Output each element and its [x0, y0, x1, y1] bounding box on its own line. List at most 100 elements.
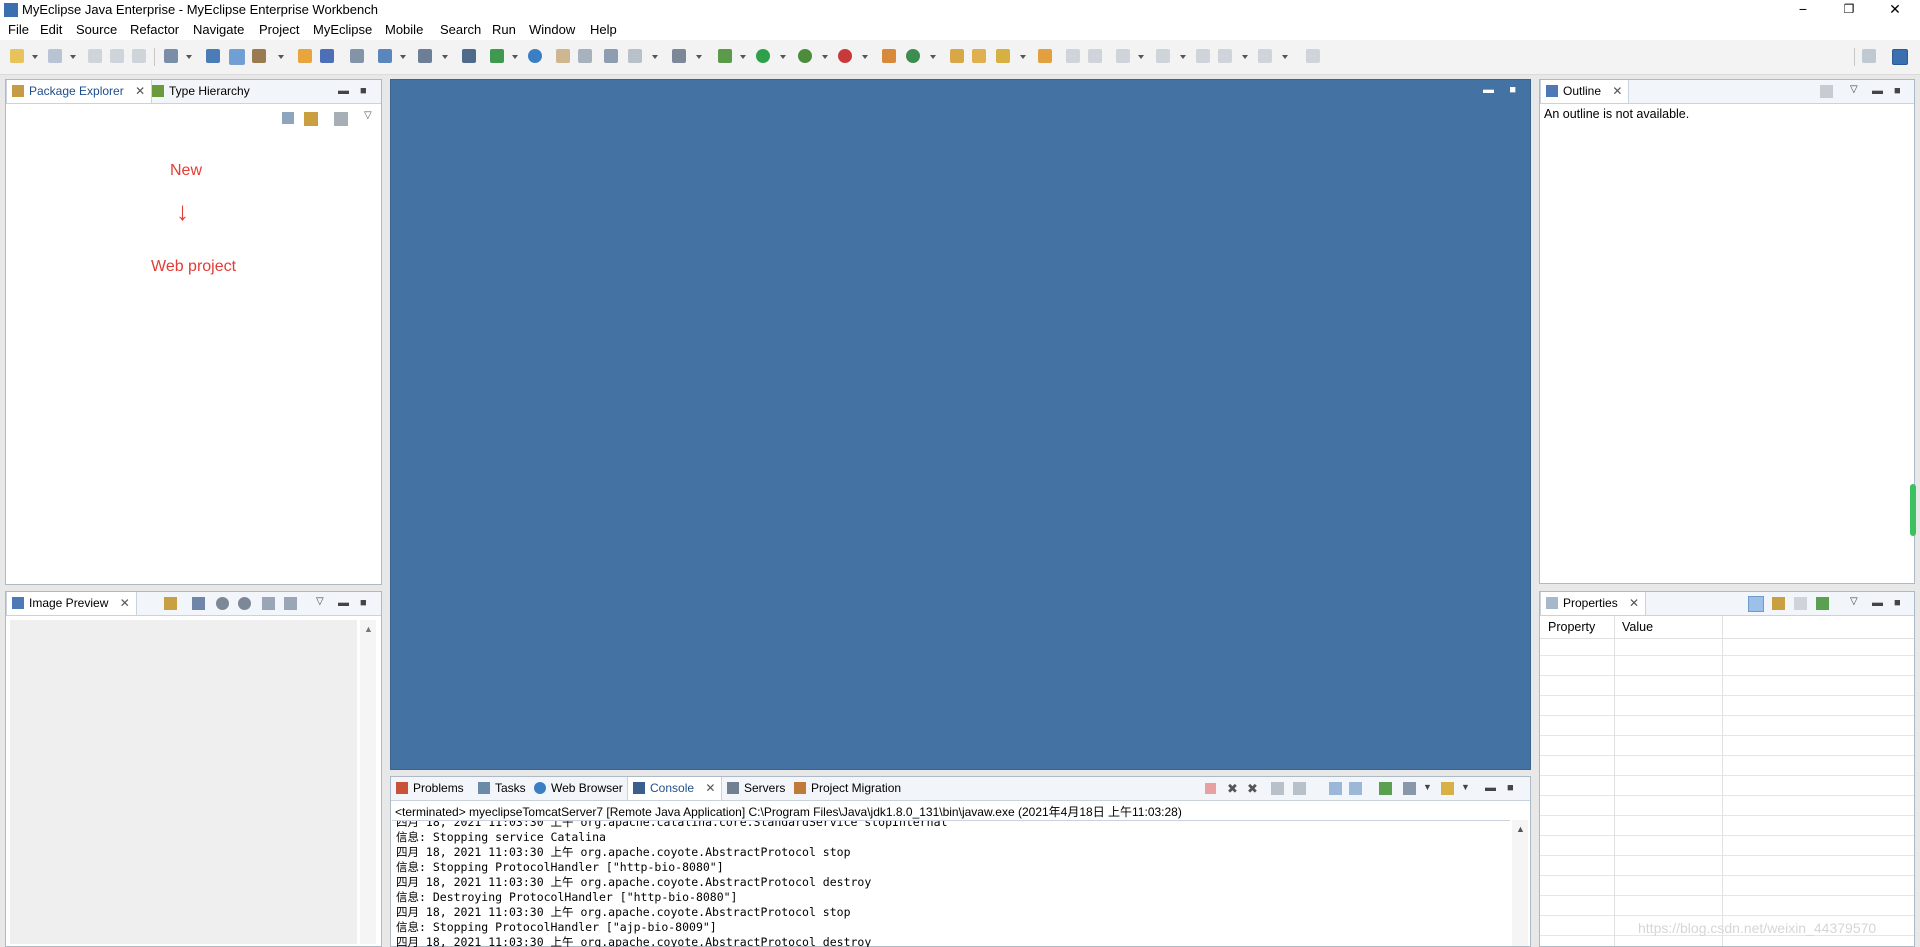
close-tab-icon[interactable]: ✕ [1629, 596, 1639, 610]
dropdown-icon[interactable] [740, 55, 746, 59]
menu-help[interactable]: Help [590, 22, 617, 37]
debug-icon[interactable] [718, 49, 732, 63]
link-icon[interactable] [164, 597, 177, 610]
next-annotation-icon[interactable] [1116, 49, 1130, 63]
show-on-stderr-icon[interactable] [1349, 782, 1362, 795]
redo-icon[interactable] [1088, 49, 1102, 63]
dropdown-icon[interactable] [930, 55, 936, 59]
close-window-button[interactable]: ✕ [1872, 0, 1918, 20]
restore-default-icon[interactable] [1794, 597, 1807, 610]
dropdown-icon[interactable] [1180, 55, 1186, 59]
new-dropdown-icon[interactable] [32, 55, 38, 59]
new-java-project-icon[interactable] [882, 49, 896, 63]
maximize-icon[interactable]: ■ [1507, 782, 1514, 794]
run-icon[interactable] [756, 49, 770, 63]
save-all-icon[interactable] [110, 49, 124, 63]
pin-editor-icon[interactable] [1306, 49, 1320, 63]
open-console-icon[interactable] [1441, 782, 1454, 795]
settings-icon[interactable] [628, 49, 642, 63]
dropdown-icon[interactable] [186, 55, 192, 59]
dropdown-icon[interactable] [862, 55, 868, 59]
remove-launch-icon[interactable]: ✖ [1227, 781, 1238, 797]
grid-icon[interactable] [350, 49, 364, 63]
collapse-all-icon[interactable] [282, 112, 294, 124]
myeclipse-perspective-icon[interactable] [1892, 49, 1908, 65]
new-server-icon[interactable] [48, 49, 62, 63]
view-menu-icon[interactable]: ▽ [364, 110, 372, 121]
fullscreen-icon[interactable] [284, 597, 297, 610]
minimize-button[interactable]: − [1780, 0, 1826, 20]
image-preview-scrollbar[interactable]: ▲ [360, 620, 376, 944]
new-icon[interactable] [10, 49, 24, 63]
open-file-icon[interactable] [972, 49, 986, 63]
column-property[interactable]: Property [1548, 620, 1595, 634]
folder-icon[interactable] [556, 49, 570, 63]
dropdown-icon[interactable] [1020, 55, 1026, 59]
menu-mobile[interactable]: Mobile [385, 22, 423, 37]
menu-edit[interactable]: Edit [40, 22, 62, 37]
minimize-icon[interactable]: ▬ [1485, 782, 1496, 794]
view-menu-icon[interactable]: ▽ [1850, 596, 1858, 607]
save-icon[interactable] [88, 49, 102, 63]
menu-search[interactable]: Search [440, 22, 481, 37]
menu-file[interactable]: File [8, 22, 29, 37]
minimize-icon[interactable]: ▬ [338, 85, 349, 97]
pin-properties-icon[interactable] [1816, 597, 1829, 610]
dropdown-icon[interactable]: ▼ [1423, 782, 1432, 792]
browser-icon[interactable] [378, 49, 392, 63]
restore-button[interactable]: ❐ [1826, 0, 1872, 20]
deploy-icon[interactable] [164, 49, 178, 63]
run-coverage-icon[interactable] [798, 49, 812, 63]
terminate-icon[interactable] [1205, 783, 1216, 794]
close-tab-icon[interactable]: ✕ [705, 781, 715, 795]
camera-icon[interactable] [672, 49, 686, 63]
minimize-icon[interactable]: ▬ [1872, 597, 1883, 609]
link-with-editor-icon[interactable] [304, 112, 318, 126]
table-icon[interactable] [604, 49, 618, 63]
external-tools-icon[interactable] [838, 49, 852, 63]
previous-annotation-icon[interactable] [1156, 49, 1170, 63]
back-icon[interactable] [1218, 49, 1232, 63]
fit-icon[interactable] [192, 597, 205, 610]
view-menu-icon[interactable]: ▽ [1850, 84, 1858, 95]
cube-icon[interactable] [320, 49, 334, 63]
last-edit-icon[interactable] [1196, 49, 1210, 63]
display-console-icon[interactable] [1403, 782, 1416, 795]
menu-myeclipse[interactable]: MyEclipse [313, 22, 372, 37]
tab-image-preview[interactable]: Image Preview ✕ [6, 592, 137, 615]
filters-icon[interactable] [334, 112, 348, 126]
close-tab-icon[interactable]: ✕ [135, 84, 145, 98]
dropdown-icon[interactable] [70, 55, 76, 59]
dropdown-icon[interactable] [278, 55, 284, 59]
menu-window[interactable]: Window [529, 22, 575, 37]
minimize-icon[interactable]: ▬ [338, 597, 349, 609]
dropdown-icon[interactable] [442, 55, 448, 59]
search-icon[interactable] [229, 49, 245, 65]
forward-icon[interactable] [1258, 49, 1272, 63]
minimize-icon[interactable]: ▬ [1872, 85, 1883, 97]
dropdown-icon[interactable] [400, 55, 406, 59]
refresh-icon[interactable] [578, 49, 592, 63]
actual-size-icon[interactable] [262, 597, 275, 610]
dropdown-icon[interactable] [1282, 55, 1288, 59]
column-value[interactable]: Value [1622, 620, 1653, 634]
maximize-icon[interactable]: ■ [1894, 597, 1901, 609]
clear-console-icon[interactable] [1271, 782, 1284, 795]
dropdown-icon[interactable]: ▼ [1461, 782, 1470, 792]
show-categories-icon[interactable] [1748, 596, 1764, 612]
show-on-stdout-icon[interactable] [1329, 782, 1342, 795]
tab-servers[interactable]: Servers [722, 777, 791, 800]
print-icon[interactable] [132, 49, 146, 63]
dropdown-icon[interactable] [696, 55, 702, 59]
console-output[interactable]: 四月 18, 2021 11:03:30 上午 org.apache.catal… [392, 820, 1510, 947]
zoom-out-icon[interactable] [216, 597, 229, 610]
maximize-icon[interactable]: ■ [360, 85, 367, 97]
menu-project[interactable]: Project [259, 22, 299, 37]
filters-icon[interactable] [1820, 85, 1833, 98]
undo-icon[interactable] [1066, 49, 1080, 63]
dropdown-icon[interactable] [1242, 55, 1248, 59]
menu-refactor[interactable]: Refactor [130, 22, 179, 37]
scroll-up-icon[interactable]: ▲ [364, 624, 373, 634]
package-icon[interactable] [298, 49, 312, 63]
scroll-up-icon[interactable]: ▲ [1516, 824, 1525, 834]
